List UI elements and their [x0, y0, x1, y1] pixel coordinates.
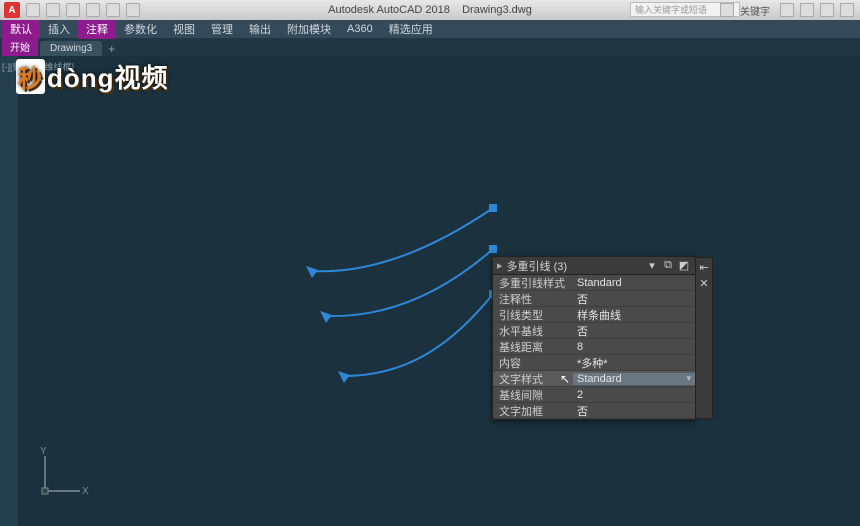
property-value[interactable]: 2	[573, 389, 695, 401]
ribbon-tabs: 默认 插入 注释 参数化 视图 管理 输出 附加模块 A360 精选应用	[0, 20, 860, 38]
window-title: Autodesk AutoCAD 2018 Drawing3.dwg	[328, 4, 532, 16]
qat-plot-icon[interactable]	[126, 3, 140, 17]
leader-1-grip-icon[interactable]	[489, 204, 497, 212]
property-label: 水平基线	[493, 323, 573, 339]
palette-close-icon[interactable]: ✕	[697, 276, 711, 290]
palette-autohide-icon[interactable]: ⇤	[697, 260, 711, 274]
tab-annotate[interactable]: 注释	[78, 19, 116, 39]
palette-sidebar: ⇤ ✕	[695, 257, 713, 419]
palette-body: 多重引线样式Standard注释性否引线类型样条曲线水平基线否基线距离8内容*多…	[493, 275, 695, 419]
quick-access-toolbar	[26, 3, 140, 17]
watermark-part1: 秒	[16, 59, 45, 94]
property-row-1[interactable]: 注释性否	[493, 291, 695, 307]
property-row-0[interactable]: 多重引线样式Standard	[493, 275, 695, 291]
minimize-icon[interactable]	[800, 3, 814, 17]
drawing-tab[interactable]: Drawing3	[40, 41, 102, 56]
qat-redo-icon[interactable]	[106, 3, 120, 17]
tab-default[interactable]: 默认	[2, 19, 40, 39]
leader-3-arrow-icon[interactable]	[338, 371, 350, 383]
ucs-y-label: Y	[40, 446, 47, 457]
property-label: 引线类型	[493, 307, 573, 323]
info-center-icon[interactable]	[720, 3, 734, 17]
object-type-dropdown-icon[interactable]: ▸	[497, 259, 503, 272]
qat-undo-icon[interactable]	[86, 3, 100, 17]
palette-pick-icon[interactable]: ◩	[677, 259, 691, 273]
palette-titlebar[interactable]: ▸ 多重引线 (3) ▾ ⧉ ◩	[493, 257, 695, 275]
property-row-8[interactable]: 文字加框否	[493, 403, 695, 419]
property-row-3[interactable]: 水平基线否	[493, 323, 695, 339]
property-value[interactable]: Standard	[573, 277, 695, 289]
property-value[interactable]: 否	[573, 403, 695, 419]
property-value[interactable]: 否	[573, 291, 695, 307]
property-label: 多重引线样式	[493, 275, 573, 291]
leader-2-arrow-icon[interactable]	[320, 311, 332, 323]
tab-a360[interactable]: A360	[339, 21, 381, 37]
properties-palette[interactable]: ▸ 多重引线 (3) ▾ ⧉ ◩ ⇤ ✕ 多重引线样式Standard注释性否引…	[492, 256, 696, 420]
property-label: 内容	[493, 355, 573, 371]
palette-title: 多重引线 (3)	[507, 258, 643, 274]
tab-manage[interactable]: 管理	[203, 19, 241, 39]
palette-quickselect-icon[interactable]: ⧉	[661, 259, 675, 273]
tab-output[interactable]: 输出	[241, 19, 279, 39]
palette-select-icon[interactable]: ▾	[645, 259, 659, 273]
title-bar: A Autodesk AutoCAD 2018 Drawing3.dwg 输入关…	[0, 0, 860, 20]
qat-save-icon[interactable]	[66, 3, 80, 17]
document-tabs: 开始 Drawing3 +	[0, 38, 860, 56]
property-row-2[interactable]: 引线类型样条曲线	[493, 307, 695, 323]
start-tab[interactable]: 开始	[2, 37, 38, 56]
tab-featured[interactable]: 精选应用	[381, 19, 441, 39]
add-tab-icon[interactable]: +	[108, 42, 115, 56]
tab-insert[interactable]: 插入	[40, 19, 78, 39]
property-value[interactable]: 否	[573, 323, 695, 339]
app-name: Autodesk AutoCAD 2018	[328, 4, 450, 16]
qat-open-icon[interactable]	[46, 3, 60, 17]
ucs-icon[interactable]: Y X	[30, 446, 90, 506]
property-label: 基线间隙	[493, 387, 573, 403]
help-icon[interactable]	[780, 3, 794, 17]
leader-curves	[0, 56, 860, 526]
leader-1[interactable]	[312, 208, 493, 271]
tab-parametric[interactable]: 参数化	[116, 19, 165, 39]
ucs-x-label: X	[82, 486, 89, 497]
property-label: 文字样式	[493, 371, 573, 387]
drawing-canvas[interactable]: [-][俯视][二维线框] 秒 dòng视频 Y X ▸ 多重引线 (3) ▾ …	[0, 56, 860, 526]
property-label: 文字加框	[493, 403, 573, 419]
qat-new-icon[interactable]	[26, 3, 40, 17]
leader-1-arrow-icon[interactable]	[306, 266, 318, 278]
property-value[interactable]: 样条曲线	[573, 307, 695, 323]
property-row-6[interactable]: 文字样式Standard▾	[493, 371, 695, 387]
leader-2[interactable]	[326, 249, 493, 316]
document-name: Drawing3.dwg	[462, 4, 532, 16]
property-row-7[interactable]: 基线间隙2	[493, 387, 695, 403]
property-value[interactable]: 8	[573, 341, 695, 353]
property-value[interactable]: *多种*	[573, 355, 695, 371]
viewport-left-strip	[0, 56, 18, 526]
property-row-5[interactable]: 内容*多种*	[493, 355, 695, 371]
tab-addins[interactable]: 附加模块	[279, 19, 339, 39]
dropdown-icon[interactable]: ▾	[686, 373, 691, 384]
property-label: 基线距离	[493, 339, 573, 355]
keyword-label: 关键字	[740, 3, 770, 18]
leader-3[interactable]	[344, 294, 493, 376]
tab-view[interactable]: 视图	[165, 19, 203, 39]
close-icon[interactable]	[840, 3, 854, 17]
leader-2-grip-icon[interactable]	[489, 245, 497, 253]
property-row-4[interactable]: 基线距离8	[493, 339, 695, 355]
title-right-controls: 关键字	[720, 3, 854, 18]
app-icon[interactable]: A	[4, 2, 20, 18]
watermark-logo: 秒 dòng视频	[16, 58, 169, 95]
property-value[interactable]: Standard▾	[573, 373, 695, 385]
watermark-rest: dòng视频	[47, 58, 169, 95]
property-label: 注释性	[493, 291, 573, 307]
maximize-icon[interactable]	[820, 3, 834, 17]
